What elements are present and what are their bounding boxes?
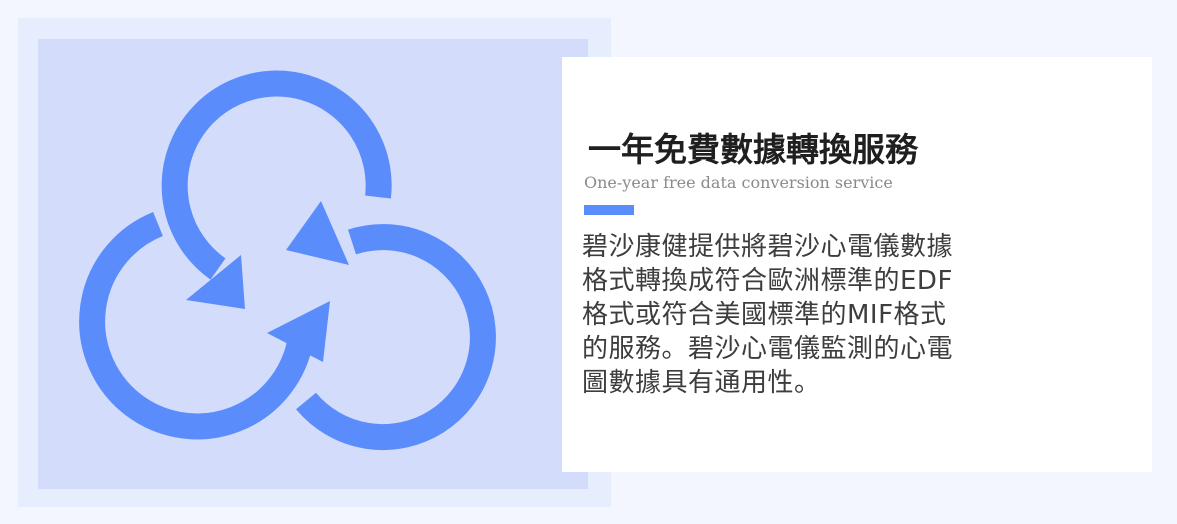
description-line: 碧沙康健提供將碧沙心電儀數據: [582, 232, 954, 262]
description-line: 格式轉換成符合歐洲標準的EDF: [582, 266, 953, 296]
accent-divider: [584, 205, 634, 215]
right-arrow-arc: [296, 224, 496, 451]
description-line: 的服務。碧沙心電儀監測的心電: [582, 334, 954, 364]
illustration-panel: [38, 39, 588, 489]
top-arrow-arc: [161, 70, 392, 280]
info-card: 一年免費數據轉換服務 One-year free data conversion…: [562, 57, 1152, 472]
description-line: 圖數據具有通用性。: [582, 368, 821, 398]
right-arrowhead-icon: [286, 201, 349, 265]
page-title: 一年免費數據轉換服務: [588, 130, 918, 169]
description-line: 格式或符合美國標準的MIF格式: [582, 300, 947, 330]
description-text: 碧沙康健提供將碧沙心電儀數據 格式轉換成符合歐洲標準的EDF 格式或符合美國標準…: [582, 230, 1032, 400]
conversion-cycle-icon: [79, 70, 496, 451]
page-subtitle: One-year free data conversion service: [584, 173, 893, 192]
